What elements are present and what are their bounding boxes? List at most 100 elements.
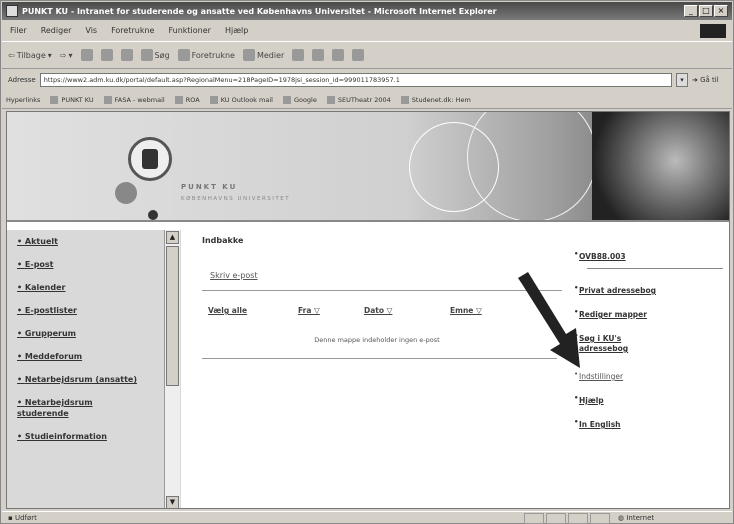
title-bar: PUNKT KU - Intranet for studerende og an… [2,2,732,20]
status-cell [524,512,544,524]
toolbar: ⇦ Tilbage ▾ ⇨ ▾ Søg Foretrukne Medier [2,41,732,69]
forward-button[interactable]: ⇨ ▾ [60,51,73,60]
address-label: Adresse [8,76,36,84]
media-button[interactable]: Medier [242,49,284,61]
university-seal-logo[interactable] [128,137,172,181]
search-button[interactable]: Søg [140,49,170,61]
minimize-button[interactable]: _ [684,5,698,17]
back-icon: ⇦ [8,50,15,60]
address-bar: Adresse https://www2.adm.ku.dk/portal/de… [2,71,732,89]
lock-icon [590,512,610,524]
media-icon [242,49,255,61]
ie-icon [6,5,18,17]
print-button[interactable] [332,49,345,61]
banner-divider [7,220,729,222]
nav-scrollbar[interactable]: ▲ ▼ [164,230,180,508]
nav-item-meddeforum[interactable]: Meddeforum [17,351,181,362]
menu-view[interactable]: Vis [85,26,97,35]
star-icon [177,49,190,61]
url-text: https://www2.adm.ku.dk/portal/default.as… [43,76,400,84]
refresh-icon [100,49,113,61]
window-title: PUNKT KU - Intranet for studerende og an… [22,6,497,16]
banner-dot [148,210,158,220]
windows-logo-icon [700,23,726,38]
link-seutheatr[interactable]: SEUTheatr 2004 [327,96,391,104]
refresh-button[interactable] [100,49,113,61]
menu-help[interactable]: Hjælp [225,26,248,35]
column-date[interactable]: Dato ▽ [364,306,450,315]
nav-item-grupperum[interactable]: Grupperum [17,328,181,339]
site-brand: PUNKT KU [181,183,238,191]
nav-item-e-postlister[interactable]: E-postlister [17,305,181,316]
banner-photo [592,112,729,220]
menu-tools[interactable]: Funktioner [168,26,210,35]
pointer-arrow-icon [518,272,580,368]
left-navigation: Aktuelt E-post Kalender E-postlister Gru… [7,230,181,508]
page-banner: PUNKT KU KØBENHAVNS UNIVERSITET [7,112,729,222]
right-item-indstillinger[interactable]: Indstillinger [574,369,623,382]
history-button[interactable] [292,49,305,61]
link-punkt-ku[interactable]: PUNKT KU [50,96,93,104]
back-button[interactable]: ⇦ Tilbage ▾ [8,51,52,60]
nav-item-studieinformation[interactable]: Studieinformation [17,431,181,442]
right-item-in-english[interactable]: In English [574,417,620,430]
link-fasa-webmail[interactable]: FASA - webmail [104,96,165,104]
close-button[interactable]: × [714,5,728,17]
print-icon [332,49,345,61]
mail-button[interactable] [312,49,325,61]
write-email-link[interactable]: Skriv e-post [210,271,258,280]
right-item-ovb88[interactable]: OVB88.003 [574,249,626,262]
right-item-soeg-adressebog[interactable]: Søg i KU's adressebog [574,331,659,354]
nav-item-netarbejdsrum-ansatte[interactable]: Netarbejdsrum (ansatte) [17,374,137,385]
column-from[interactable]: Fra ▽ [298,306,364,315]
page-icon: ▪ [8,514,15,522]
history-icon [292,49,305,61]
nav-item-aktuelt[interactable]: Aktuelt [17,236,181,247]
menu-file[interactable]: Filer [10,26,27,35]
banner-dot [115,182,137,204]
page-content: PUNKT KU KØBENHAVNS UNIVERSITET Aktuelt … [6,111,730,509]
home-icon [120,49,133,61]
edit-icon [352,49,365,61]
inbox-title: Indbakke [202,236,244,245]
scroll-down-icon[interactable]: ▼ [166,496,179,508]
link-studenet[interactable]: Studenet.dk: Hem [401,96,471,104]
site-brand-subtitle: KØBENHAVNS UNIVERSITET [181,196,291,202]
menu-favorites[interactable]: Foretrukne [111,26,154,35]
link-ku-outlook-mail[interactable]: KU Outlook mail [210,96,273,104]
nav-item-netarbejdsrum-studerende[interactable]: Netarbejdsrum studerende [17,397,127,419]
scroll-up-icon[interactable]: ▲ [166,231,179,244]
home-button[interactable] [120,49,133,61]
select-all-link[interactable]: Vælg alle [208,306,298,315]
right-item-rediger-mapper[interactable]: Rediger mapper [574,307,647,320]
inbox-panel: Indbakke Skriv e-post Vælg alle Fra ▽ Da… [202,236,562,386]
nav-item-kalender[interactable]: Kalender [17,282,181,293]
right-item-privat-adressebog[interactable]: Privat adressebog [574,283,656,296]
browser-window: PUNKT KU - Intranet for studerende og an… [0,0,734,524]
scroll-thumb[interactable] [166,246,179,386]
address-input[interactable]: https://www2.adm.ku.dk/portal/default.as… [39,73,672,87]
empty-folder-message: Denne mappe indeholder ingen e-post [314,336,440,344]
edit-button[interactable] [352,49,365,61]
nav-item-e-post[interactable]: E-post [17,259,181,270]
maximize-button[interactable]: □ [699,5,713,17]
link-roa[interactable]: ROA [175,96,200,104]
status-cell [568,512,588,524]
go-arrow-icon: ➜ [692,76,701,84]
status-text: ▪ Udført [8,514,37,522]
favorites-button[interactable]: Foretrukne [177,49,235,61]
menu-edit[interactable]: Rediger [41,26,72,35]
go-button[interactable]: ➜ Gå til [692,76,732,84]
menu-bar: Filer Rediger Vis Foretrukne Funktioner … [2,22,732,39]
search-icon [140,49,153,61]
mail-icon [312,49,325,61]
right-item-hjaelp[interactable]: Hjælp [574,393,604,406]
banner-decoration [467,112,597,222]
link-google[interactable]: Google [283,96,317,104]
address-dropdown-button[interactable]: ▾ [676,73,688,87]
stop-icon [80,49,93,61]
stop-button[interactable] [80,49,93,61]
status-cell [546,512,566,524]
links-label: Hyperlinks [6,95,41,104]
inbox-columns: Vælg alle Fra ▽ Dato ▽ Emne ▽ [208,306,548,315]
